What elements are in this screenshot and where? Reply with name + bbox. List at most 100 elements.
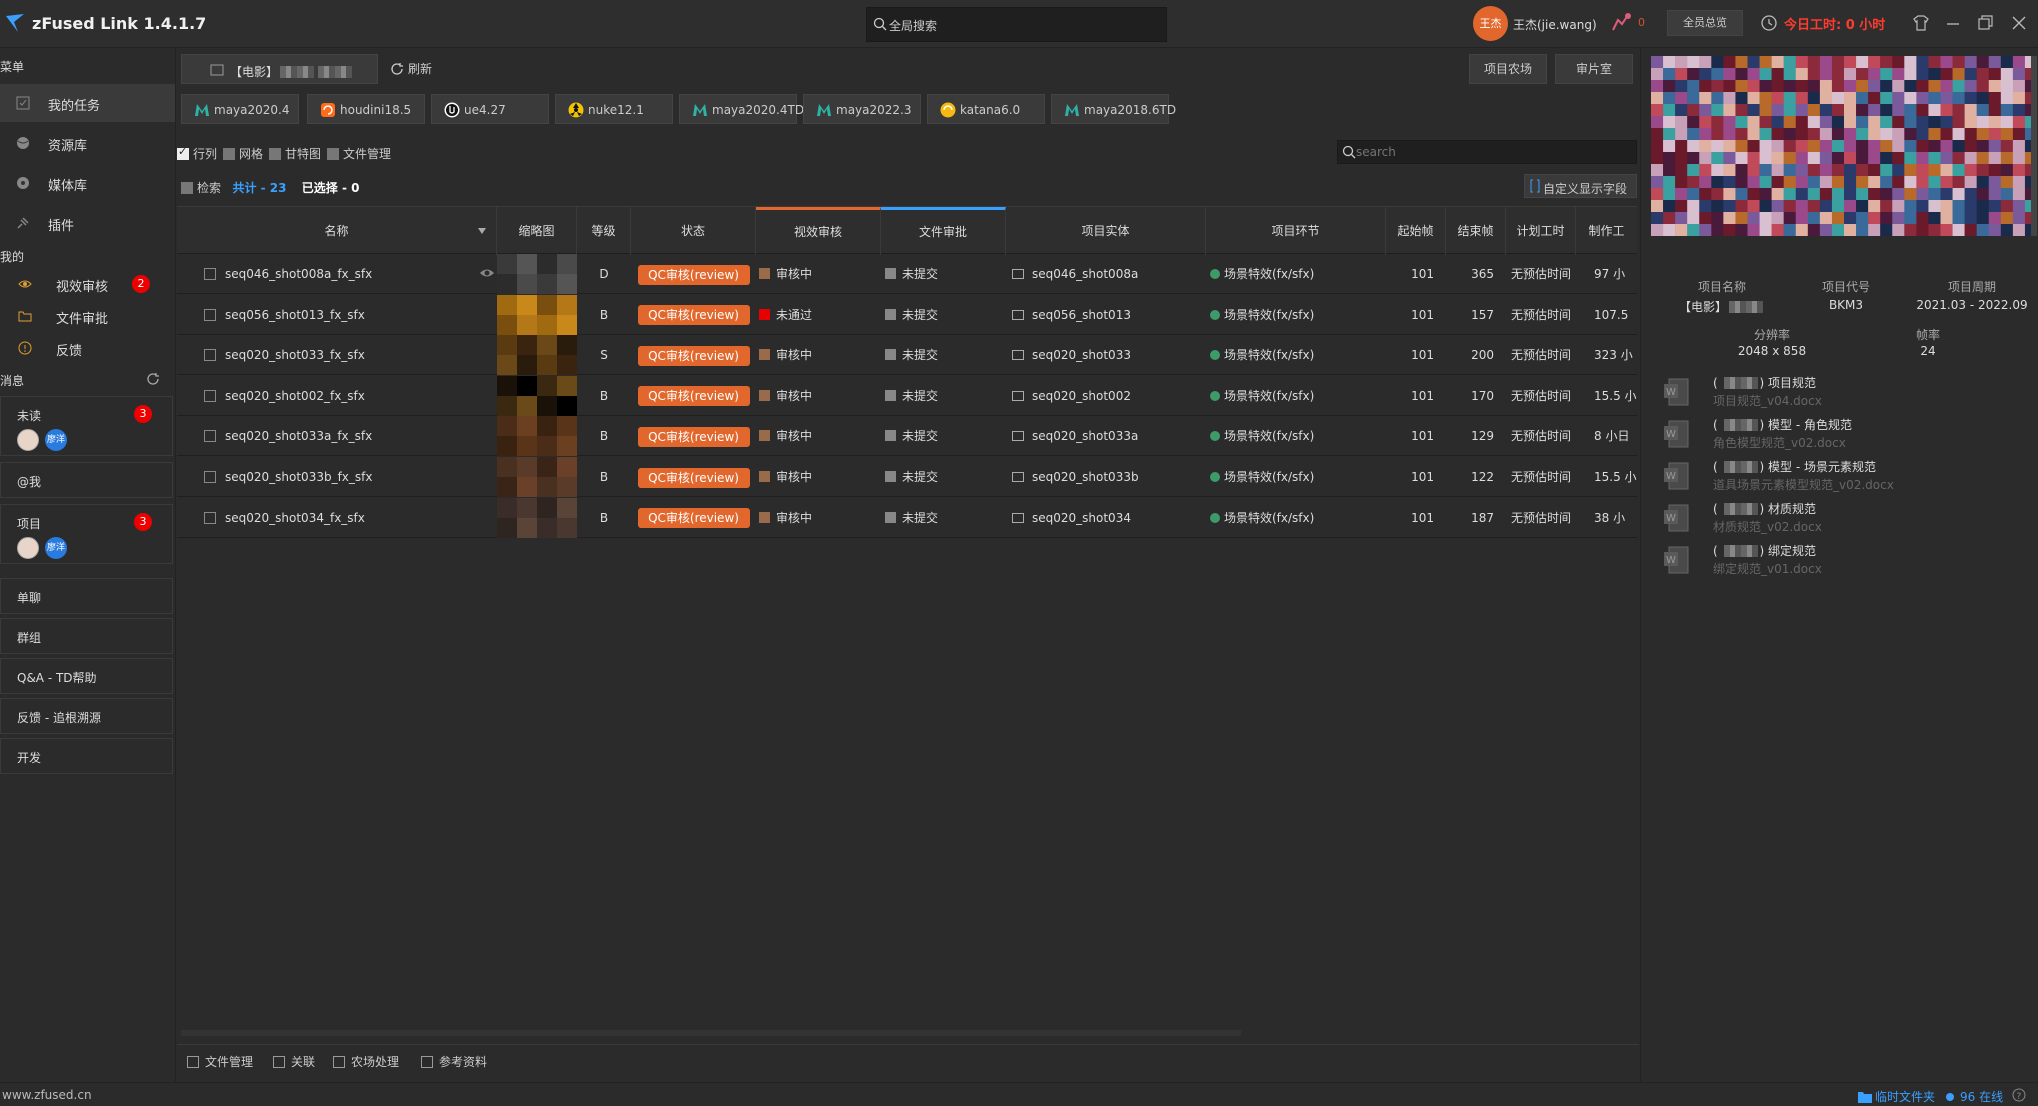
- cell-vfx-review[interactable]: 未通过: [759, 295, 879, 335]
- avatar[interactable]: [17, 429, 39, 451]
- maximize-icon[interactable]: [1976, 14, 1994, 32]
- cell-vfx-review[interactable]: 审核中: [759, 376, 879, 416]
- status-pill[interactable]: QC审核(review): [637, 264, 750, 285]
- col-work-hours[interactable]: 制作工: [1576, 207, 1637, 255]
- row-checkbox[interactable]: [204, 389, 216, 402]
- msg-card-mention[interactable]: @我: [0, 462, 173, 498]
- status-pill[interactable]: QC审核(review): [637, 345, 750, 366]
- table-row[interactable]: seq020_shot002_fx_sfx B QC审核(review) 审核中 未提交…: [177, 375, 1637, 416]
- cell-thumbnail[interactable]: [497, 254, 577, 294]
- cell-entity[interactable]: seq020_shot033: [1012, 335, 1202, 375]
- col-step[interactable]: 项目环节: [1206, 207, 1386, 255]
- refresh-icon[interactable]: [146, 372, 160, 386]
- row-checkbox[interactable]: [204, 268, 216, 280]
- cell-file-approval[interactable]: 未提交: [885, 295, 1005, 335]
- col-thumb[interactable]: 缩略图: [497, 207, 577, 255]
- custom-fields-button[interactable]: 自定义显示字段: [1524, 174, 1637, 198]
- search-box[interactable]: [1337, 140, 1637, 164]
- help-icon[interactable]: ?: [2012, 1088, 2026, 1102]
- bottom-reference[interactable]: 参考资料: [421, 1053, 487, 1070]
- app-launch-maya2020-4[interactable]: maya2020.4: [181, 94, 299, 124]
- cell-thumbnail[interactable]: [497, 294, 577, 335]
- cell-status[interactable]: QC审核(review): [631, 416, 756, 456]
- app-launch-ue4[interactable]: ue4.27: [431, 94, 549, 124]
- table-row[interactable]: seq020_shot034_fx_sfx B QC审核(review) 审核中 未提交…: [177, 497, 1637, 538]
- checkbox-checked[interactable]: [177, 145, 189, 160]
- minimize-icon[interactable]: [1944, 14, 1962, 32]
- bell-icon[interactable]: [1610, 12, 1634, 32]
- view-option-gantt[interactable]: 甘特图: [269, 145, 321, 162]
- row-checkbox[interactable]: [204, 471, 216, 483]
- cell-thumbnail[interactable]: [497, 416, 577, 457]
- cell-status[interactable]: QC审核(review): [631, 376, 756, 416]
- cell-file-approval[interactable]: 未提交: [885, 254, 1005, 294]
- cell-status[interactable]: QC审核(review): [631, 295, 756, 335]
- user-name[interactable]: 王杰(jie.wang): [1513, 16, 1597, 33]
- cell-status[interactable]: QC审核(review): [631, 498, 756, 538]
- status-pill[interactable]: QC审核(review): [637, 386, 750, 407]
- review-room-button[interactable]: 审片室: [1555, 54, 1633, 84]
- avatar[interactable]: 廖洋: [45, 429, 67, 451]
- sidebar-item-vfx-review[interactable]: 视效审核 2: [0, 268, 175, 300]
- msg-card-dev[interactable]: 开发: [0, 738, 173, 774]
- col-start-frame[interactable]: 起始帧: [1386, 207, 1446, 255]
- bottom-file-manage[interactable]: 文件管理: [187, 1053, 253, 1070]
- cell-thumbnail[interactable]: [497, 375, 577, 416]
- cell-file-approval[interactable]: 未提交: [885, 376, 1005, 416]
- col-status[interactable]: 状态: [631, 207, 756, 255]
- table-row[interactable]: seq056_shot013_fx_sfx B QC审核(review) 未通过 未提交…: [177, 294, 1637, 335]
- doc-item[interactable]: W ( ) 绑定规范 绑定规范_v01.docx: [1663, 542, 2033, 582]
- sidebar-item-media[interactable]: 媒体库: [0, 164, 175, 202]
- col-file-approval[interactable]: 文件审批: [881, 207, 1006, 255]
- bottom-relation[interactable]: 关联: [273, 1053, 315, 1070]
- cell-file-approval[interactable]: 未提交: [885, 335, 1005, 375]
- bottom-farm[interactable]: 农场处理: [333, 1053, 399, 1070]
- status-pill[interactable]: QC审核(review): [637, 467, 750, 488]
- global-search-input[interactable]: 全局搜索: [866, 7, 1167, 42]
- app-launch-maya2022-3[interactable]: maya2022.3: [803, 94, 921, 124]
- col-name[interactable]: 名称: [177, 207, 497, 255]
- cell-thumbnail[interactable]: [497, 335, 577, 376]
- view-option-files[interactable]: 文件管理: [327, 145, 391, 162]
- search-input[interactable]: [1356, 143, 1626, 161]
- filter-checkbox[interactable]: [181, 182, 193, 194]
- overview-button[interactable]: 全员总览: [1667, 10, 1743, 36]
- sidebar-item-file-approval[interactable]: 文件审批: [0, 300, 175, 332]
- col-entity[interactable]: 项目实体: [1006, 207, 1206, 255]
- doc-item[interactable]: W ( ) 材质规范 材质规范_v02.docx: [1663, 500, 2033, 540]
- msg-card-feedback[interactable]: 反馈 - 追根溯源: [0, 698, 173, 734]
- table-row[interactable]: seq046_shot008a_fx_sfx D QC审核(review) 审核中 未提…: [177, 254, 1637, 294]
- skin-icon[interactable]: [1912, 14, 1930, 32]
- status-pill[interactable]: QC审核(review): [637, 508, 750, 529]
- cell-vfx-review[interactable]: 审核中: [759, 457, 879, 497]
- cell-entity[interactable]: seq056_shot013: [1012, 295, 1202, 335]
- status-pill[interactable]: QC审核(review): [637, 426, 750, 447]
- status-pill[interactable]: QC审核(review): [637, 305, 750, 326]
- cell-status[interactable]: QC审核(review): [631, 457, 756, 497]
- view-option-grid[interactable]: 网格: [223, 145, 263, 162]
- doc-item[interactable]: W ( ) 项目规范 项目规范_v04.docx: [1663, 374, 2033, 414]
- table-row[interactable]: seq020_shot033_fx_sfx S QC审核(review) 审核中 未提交…: [177, 335, 1637, 376]
- preview-scrollbar[interactable]: [2031, 56, 2037, 236]
- cell-file-approval[interactable]: 未提交: [885, 457, 1005, 497]
- sidebar-item-my-tasks[interactable]: 我的任务: [0, 84, 175, 122]
- row-checkbox[interactable]: [204, 308, 216, 321]
- avatar[interactable]: 廖洋: [45, 537, 67, 559]
- msg-card-project[interactable]: 项目 3 廖洋: [0, 504, 173, 564]
- app-launch-nuke[interactable]: nuke12.1: [555, 94, 673, 124]
- project-tab[interactable]: 【电影】: [181, 54, 378, 84]
- row-checkbox[interactable]: [204, 349, 216, 362]
- col-end-frame[interactable]: 结束帧: [1446, 207, 1506, 255]
- cell-entity[interactable]: seq020_shot033b: [1012, 457, 1202, 497]
- cell-vfx-review[interactable]: 审核中: [759, 254, 879, 294]
- doc-item[interactable]: W ( ) 模型 - 场景元素规范 道具场景元素模型规范_v02.docx: [1663, 458, 2033, 498]
- cell-vfx-review[interactable]: 审核中: [759, 498, 879, 538]
- cell-thumbnail[interactable]: [497, 457, 577, 497]
- cell-vfx-review[interactable]: 审核中: [759, 335, 879, 375]
- cell-file-approval[interactable]: 未提交: [885, 498, 1005, 538]
- msg-card-unread[interactable]: 未读 3 廖洋: [0, 396, 173, 456]
- sidebar-item-feedback[interactable]: 反馈: [0, 332, 175, 364]
- cell-status[interactable]: QC审核(review): [631, 254, 756, 294]
- table-row[interactable]: seq020_shot033b_fx_sfx B QC审核(review) 审核中 未提…: [177, 457, 1637, 497]
- avatar[interactable]: [17, 537, 39, 559]
